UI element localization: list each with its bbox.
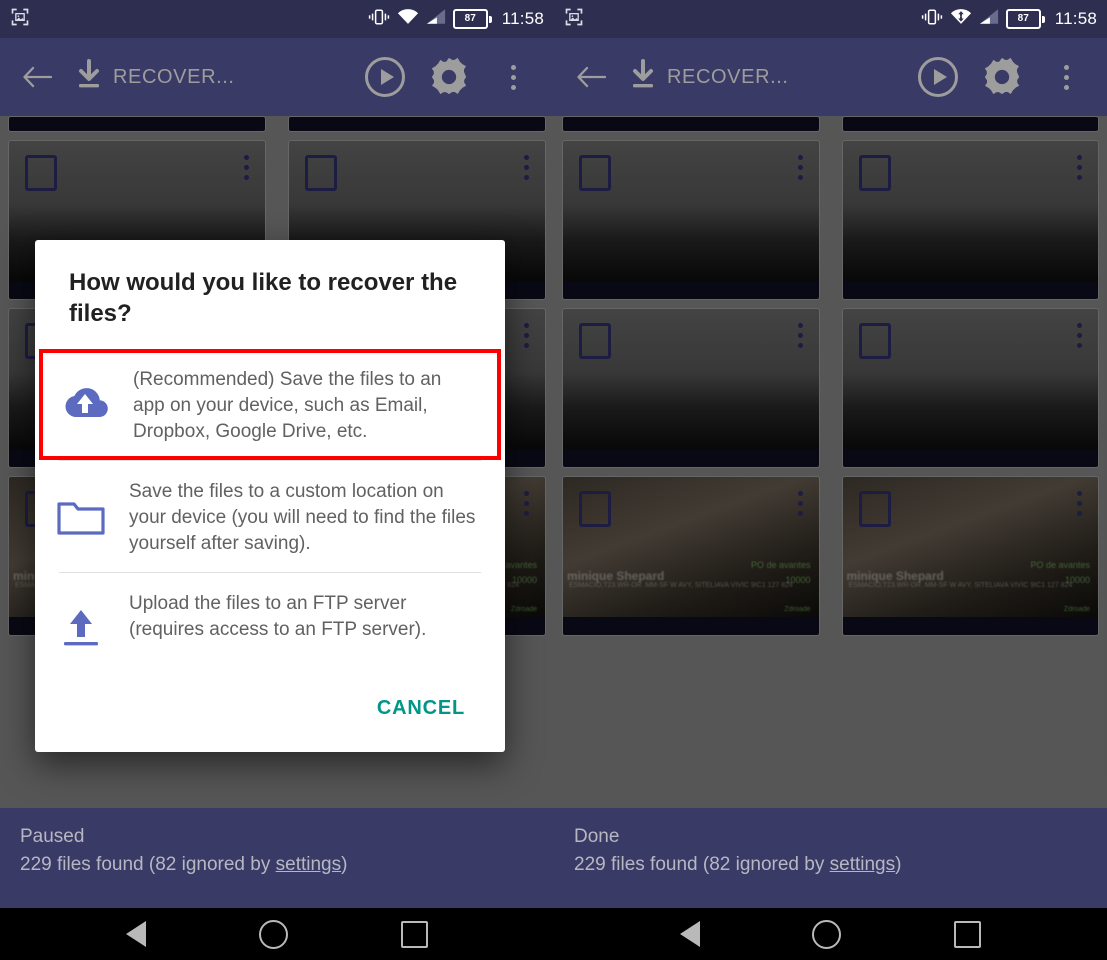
battery-level: 87 bbox=[464, 13, 476, 24]
wifi-icon bbox=[950, 8, 972, 30]
nav-home-icon[interactable] bbox=[812, 919, 842, 949]
play-circle-icon[interactable] bbox=[358, 50, 412, 104]
screenshot-icon bbox=[564, 7, 584, 32]
dialog-title: How would you like to recover the files? bbox=[69, 269, 458, 327]
screenshot-icon bbox=[10, 7, 30, 32]
clock: 11:58 bbox=[501, 9, 544, 28]
scan-state: Done bbox=[574, 826, 620, 847]
play-circle-icon[interactable] bbox=[911, 50, 965, 104]
cloud-upload-icon bbox=[57, 365, 113, 423]
vibrate-icon bbox=[368, 8, 390, 31]
option-text: Upload the files to an FTP server (requi… bbox=[129, 593, 427, 640]
battery-icon: 87 bbox=[452, 9, 492, 29]
overflow-menu-icon[interactable] bbox=[486, 50, 540, 104]
nav-back-icon[interactable] bbox=[126, 921, 147, 947]
option-text: (Recommended) Save the files to an app o… bbox=[133, 369, 442, 442]
files-found-prefix: 229 files found (82 ignored by bbox=[574, 854, 830, 875]
download-icon bbox=[628, 58, 658, 96]
nav-home-icon[interactable] bbox=[258, 919, 288, 949]
nav-recents-icon[interactable] bbox=[953, 920, 981, 948]
gear-icon[interactable] bbox=[975, 50, 1029, 104]
app-toolbar: RECOVER... bbox=[0, 38, 554, 116]
toolbar-title: RECOVER... bbox=[113, 65, 235, 88]
bottom-status-bar: Paused 229 files found (82 ignored by se… bbox=[0, 808, 554, 908]
battery-level: 87 bbox=[1017, 13, 1029, 24]
scan-state: Paused bbox=[20, 826, 85, 847]
nav-back-icon[interactable] bbox=[680, 921, 701, 947]
option-text: Save the files to a custom location on y… bbox=[129, 481, 476, 554]
clock: 11:58 bbox=[1054, 9, 1097, 28]
system-nav-bar bbox=[554, 908, 1107, 960]
option-save-to-app[interactable]: (Recommended) Save the files to an app o… bbox=[39, 349, 501, 461]
back-arrow-icon[interactable] bbox=[0, 64, 74, 90]
cancel-button[interactable]: CANCEL bbox=[367, 691, 475, 726]
battery-icon: 87 bbox=[1005, 9, 1045, 29]
toolbar-title: RECOVER... bbox=[667, 65, 789, 88]
status-bar: 87 11:58 bbox=[554, 0, 1107, 38]
screenshot-root: ESMACIO,T23.WR-DR. MM-SF W AVY, SITELIAV… bbox=[0, 0, 1107, 960]
cellular-signal-icon bbox=[979, 8, 999, 30]
recovery-method-dialog: How would you like to recover the files?… bbox=[35, 240, 505, 753]
settings-link[interactable]: settings bbox=[830, 854, 895, 875]
wifi-icon bbox=[397, 8, 419, 30]
right-screen-panel: ESMACIO,T23.WR-DR. MM-SF W AVY, SITELIAV… bbox=[554, 0, 1107, 960]
upload-icon bbox=[53, 589, 109, 649]
back-arrow-icon[interactable] bbox=[554, 64, 628, 90]
files-found-suffix: ) bbox=[895, 854, 902, 875]
option-upload-ftp[interactable]: Upload the files to an FTP server (requi… bbox=[35, 573, 505, 665]
vibrate-icon bbox=[921, 8, 943, 31]
files-found-prefix: 229 files found (82 ignored by bbox=[20, 854, 276, 875]
nav-recents-icon[interactable] bbox=[400, 920, 428, 948]
files-found-text: 229 files found (82 ignored by settings) bbox=[574, 854, 1087, 876]
settings-link[interactable]: settings bbox=[276, 854, 341, 875]
status-bar: 87 11:58 bbox=[0, 0, 554, 38]
option-save-custom-location[interactable]: Save the files to a custom location on y… bbox=[35, 461, 505, 572]
left-screen-panel: ESMACIO,T23.WR-DR. MM-SF W AVY, SITELIAV… bbox=[0, 0, 554, 960]
folder-icon bbox=[53, 477, 109, 537]
overflow-menu-icon[interactable] bbox=[1039, 50, 1093, 104]
cellular-signal-icon bbox=[426, 8, 446, 30]
gear-icon[interactable] bbox=[422, 50, 476, 104]
files-found-suffix: ) bbox=[341, 854, 348, 875]
download-icon bbox=[74, 58, 104, 96]
system-nav-bar bbox=[0, 908, 554, 960]
files-found-text: 229 files found (82 ignored by settings) bbox=[20, 854, 534, 876]
app-toolbar: RECOVER... bbox=[554, 38, 1107, 116]
bottom-status-bar: Done 229 files found (82 ignored by sett… bbox=[554, 808, 1107, 908]
